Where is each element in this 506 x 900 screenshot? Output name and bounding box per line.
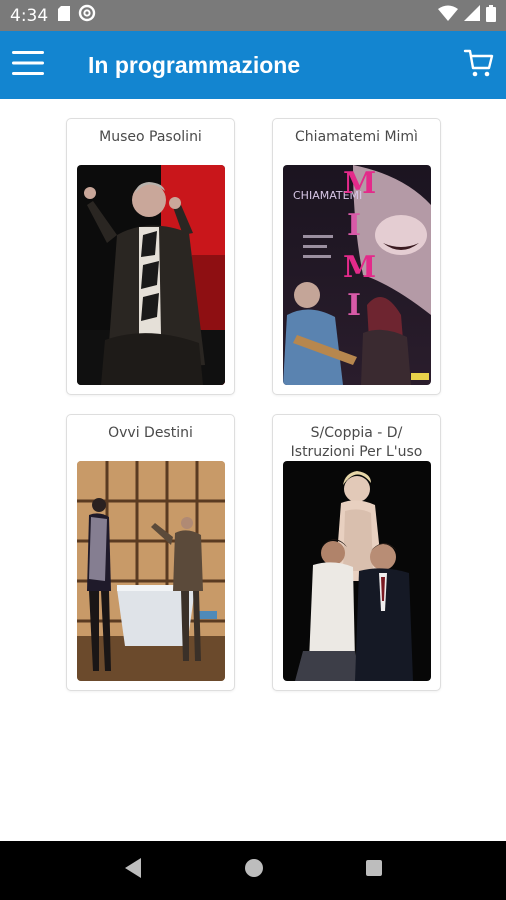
show-card[interactable]: S/Coppia - D/ Istruzioni Per L'uso: [272, 414, 441, 691]
hamburger-menu-icon: [12, 50, 44, 81]
menu-button[interactable]: [0, 31, 56, 99]
signal-icon: [464, 5, 480, 26]
home-icon[interactable]: [244, 858, 264, 883]
status-time: 4:34: [10, 5, 49, 26]
sd-card-icon: [58, 5, 71, 26]
app-bar: In programmazione: [0, 31, 506, 99]
show-title: S/Coppia - D/ Istruzioni Per L'uso: [290, 425, 423, 460]
show-card[interactable]: Museo Pasolini: [66, 118, 235, 395]
cart-icon: [463, 47, 495, 84]
svg-text:I: I: [347, 208, 361, 243]
svg-text:I: I: [347, 288, 361, 323]
svg-text:M: M: [343, 250, 376, 285]
show-card[interactable]: Ovvi Destini: [66, 414, 235, 691]
back-icon[interactable]: [123, 857, 143, 884]
show-poster[interactable]: [77, 165, 225, 385]
show-card[interactable]: Chiamatemi Mimì CHIAMATEMI M I M I: [272, 118, 441, 395]
recents-icon[interactable]: [365, 859, 383, 882]
show-poster[interactable]: [283, 461, 431, 681]
show-poster[interactable]: CHIAMATEMI M I M I: [283, 165, 431, 385]
status-bar: 4:34: [0, 0, 506, 31]
show-grid: Museo Pasolini Chiamatemi Mimì CHIAMATEM…: [0, 99, 506, 841]
data-saver-icon: [78, 4, 96, 27]
page-title: In programmazione: [88, 51, 301, 78]
show-title: Chiamatemi Mimì: [295, 129, 418, 145]
show-title: Ovvi Destini: [108, 425, 193, 441]
wifi-icon: [438, 5, 458, 26]
show-poster[interactable]: [77, 461, 225, 681]
cart-button[interactable]: [462, 47, 496, 83]
system-nav-bar: [0, 841, 506, 900]
svg-text:M: M: [343, 166, 376, 201]
battery-icon: [486, 4, 496, 27]
show-title: Museo Pasolini: [99, 129, 202, 145]
